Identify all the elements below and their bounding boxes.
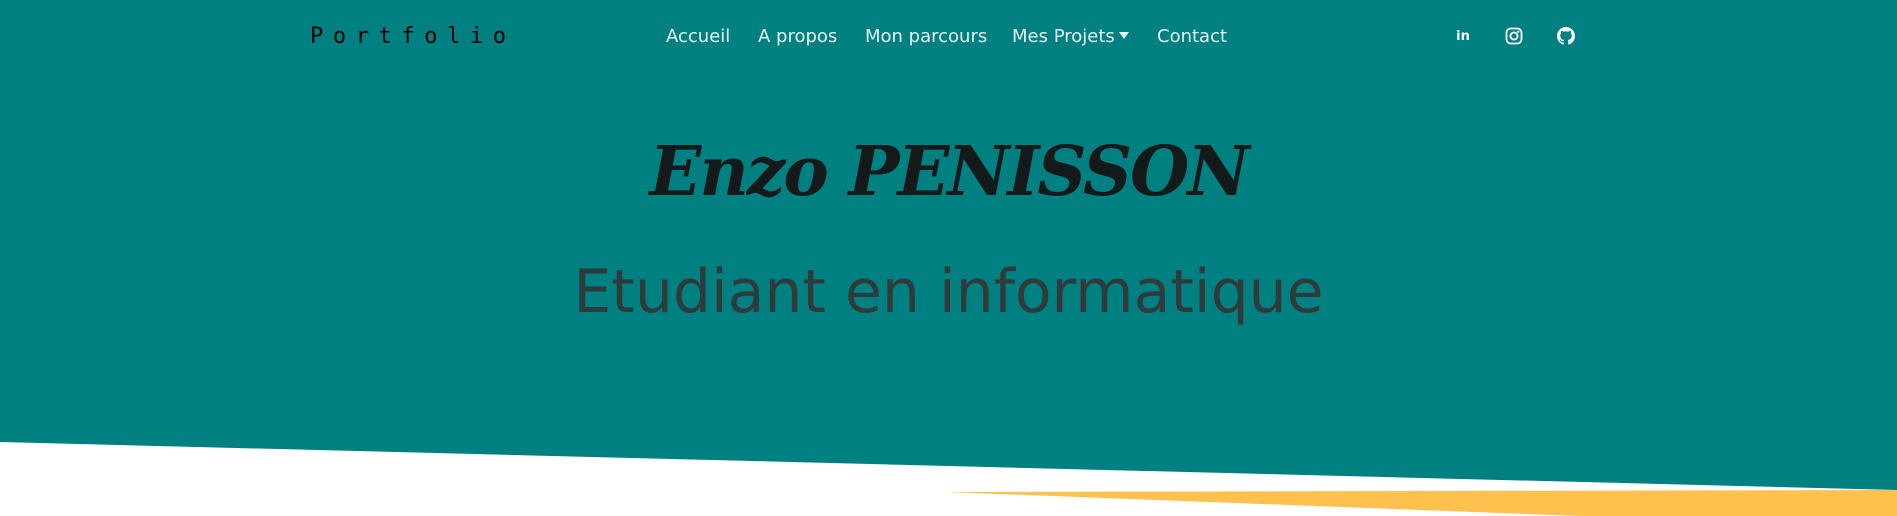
nav-link-mes-projets-label: Mes Projets: [1012, 26, 1115, 47]
navbar: Portfolio Accueil A propos Mon parcours …: [0, 0, 1897, 72]
hero-teal-shape: [0, 0, 1897, 490]
nav-link-mon-parcours[interactable]: Mon parcours: [865, 24, 987, 50]
github-icon: [1557, 27, 1575, 45]
nav-link-accueil[interactable]: Accueil: [666, 24, 730, 50]
instagram-link[interactable]: [1503, 25, 1525, 47]
hero-name: Enzo PENISSON: [649, 132, 1250, 212]
linkedin-icon: in: [1456, 28, 1470, 44]
nav-links: Accueil A propos Mon parcours Mes Projet…: [0, 24, 1897, 50]
nav-link-a-propos[interactable]: A propos: [758, 24, 837, 50]
hero-subtitle: Etudiant en informatique: [573, 257, 1324, 327]
linkedin-link[interactable]: in: [1452, 25, 1474, 47]
nav-link-contact[interactable]: Contact: [1157, 24, 1227, 50]
chevron-down-icon: [1118, 32, 1129, 39]
github-link[interactable]: [1555, 25, 1577, 47]
nav-link-mes-projets[interactable]: Mes Projets: [1012, 24, 1129, 50]
hero-section: Portfolio Accueil A propos Mon parcours …: [0, 0, 1897, 516]
instagram-icon: [1505, 27, 1523, 45]
